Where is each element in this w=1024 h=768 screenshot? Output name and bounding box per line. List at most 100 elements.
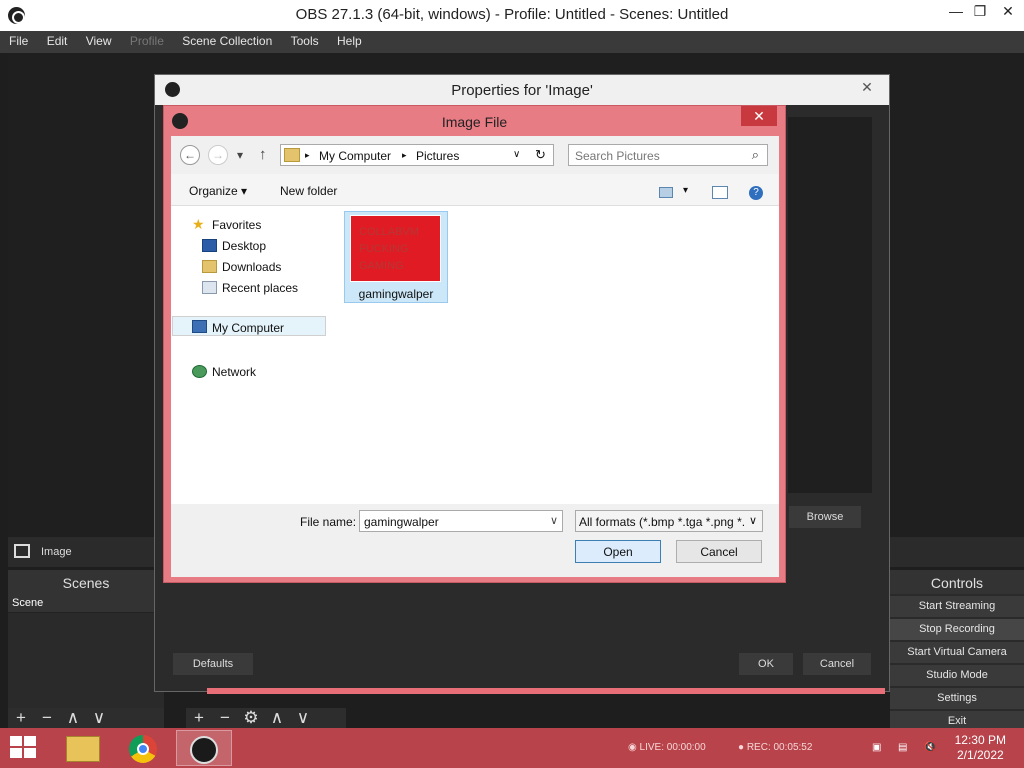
file-type-select[interactable]: All formats (*.bmp *.tga *.png *. ∨ <box>575 510 763 532</box>
ok-button[interactable]: OK <box>739 653 793 675</box>
clock-date: 2/1/2022 <box>956 748 1004 762</box>
stop-recording-button[interactable]: Stop Recording <box>890 619 1024 640</box>
source-name-label: Image <box>41 546 72 558</box>
up-arrow-icon[interactable]: ↑ <box>259 146 267 163</box>
defaults-button[interactable]: Defaults <box>173 653 253 675</box>
source-up-icon[interactable]: ∧ <box>264 708 290 728</box>
menu-tools[interactable]: Tools <box>282 31 325 48</box>
tree-my-computer[interactable]: My Computer <box>172 316 326 336</box>
move-down-icon[interactable]: ∨ <box>86 708 112 728</box>
studio-mode-button[interactable]: Studio Mode <box>890 665 1024 686</box>
controls-dock-title: Controls <box>890 570 1024 594</box>
change-view-icon[interactable] <box>659 187 673 198</box>
recent-locations-chevron-icon[interactable]: ▾ <box>237 148 243 162</box>
add-scene-icon[interactable]: + <box>8 708 34 728</box>
preview-pane-icon[interactable] <box>712 186 728 199</box>
scenes-dock: Scenes Scene <box>8 570 164 708</box>
source-settings-icon[interactable]: ⚙ <box>238 708 264 728</box>
address-bar[interactable]: ▸ My Computer ▸ Pictures ∨ ↻ <box>280 144 554 166</box>
desktop-icon <box>202 239 217 252</box>
file-item[interactable]: COLLABVM FUCKING GAMING gamingwalper <box>344 211 448 303</box>
menu-edit[interactable]: Edit <box>38 31 74 48</box>
refresh-icon[interactable]: ↻ <box>535 147 546 163</box>
browse-button[interactable]: Browse <box>789 506 861 528</box>
properties-title: Properties for 'Image' <box>451 82 593 99</box>
file-dialog-title-bar: Image File ✕ <box>164 106 785 136</box>
search-placeholder: Search Pictures <box>575 149 660 163</box>
menu-scene-collection[interactable]: Scene Collection <box>173 31 278 48</box>
computer-icon <box>192 320 207 333</box>
source-down-icon[interactable]: ∨ <box>290 708 316 728</box>
image-file-dialog: Image File ✕ ← → ▾ ↑ ▸ My Computer ▸ Pic… <box>163 105 786 583</box>
breadcrumb-pictures[interactable]: Pictures <box>416 149 459 163</box>
menu-profile[interactable]: Profile <box>121 31 170 48</box>
close-icon[interactable]: ✕ <box>853 79 881 99</box>
tree-recent-places[interactable]: Recent places <box>202 281 298 295</box>
settings-button[interactable]: Settings <box>890 688 1024 709</box>
file-name-field-label: File name: <box>300 515 357 529</box>
file-list: COLLABVM FUCKING GAMING gamingwalper <box>341 206 779 504</box>
downloads-folder-icon <box>202 260 217 273</box>
tree-favorites[interactable]: ★ Favorites <box>192 216 261 232</box>
network-tray-icon[interactable]: ▣ <box>872 742 881 753</box>
file-dialog-body: ← → ▾ ↑ ▸ My Computer ▸ Pictures ∨ ↻ Sea… <box>171 136 779 577</box>
close-icon[interactable]: ✕ <box>741 106 777 126</box>
file-dialog-cancel-button[interactable]: Cancel <box>676 540 762 563</box>
forward-arrow-icon[interactable]: → <box>208 145 228 165</box>
start-virtual-camera-button[interactable]: Start Virtual Camera <box>890 642 1024 663</box>
open-button[interactable]: Open <box>575 540 661 563</box>
help-icon[interactable]: ? <box>749 186 763 200</box>
folder-icon <box>284 148 300 162</box>
volume-muted-tray-icon[interactable]: 🔇 <box>924 742 936 753</box>
rec-status: ● REC: 00:05:52 <box>738 742 813 753</box>
breadcrumb-separator-icon: ▸ <box>402 150 407 160</box>
file-thumbnail: COLLABVM FUCKING GAMING <box>350 215 441 282</box>
tree-downloads[interactable]: Downloads <box>202 260 281 274</box>
windows-start-icon[interactable] <box>10 736 38 760</box>
cancel-button[interactable]: Cancel <box>803 653 871 675</box>
recent-places-icon <box>202 281 217 294</box>
tree-network[interactable]: Network <box>192 365 256 379</box>
menu-file[interactable]: File <box>0 31 34 48</box>
image-source-icon <box>14 544 30 558</box>
address-dropdown-icon[interactable]: ∨ <box>513 149 520 160</box>
breadcrumb-my-computer[interactable]: My Computer <box>319 149 391 163</box>
obs-menu-bar: File Edit View Profile Scene Collection … <box>0 31 1024 53</box>
remove-source-icon[interactable]: − <box>212 708 238 728</box>
network-icon <box>192 365 207 378</box>
file-dialog-title: Image File <box>441 114 508 130</box>
taskbar-clock[interactable]: 12:30 PM 2/1/2022 <box>955 733 1006 763</box>
properties-accent-bar <box>207 688 885 694</box>
file-name-input[interactable]: gamingwalper ∨ <box>359 510 563 532</box>
search-input[interactable]: Search Pictures ⌕ <box>568 144 768 166</box>
clock-time: 12:30 PM <box>954 733 1006 747</box>
search-icon[interactable]: ⌕ <box>752 147 759 163</box>
file-explorer-taskbar-icon[interactable] <box>56 730 112 766</box>
view-options-chevron-icon[interactable]: ▾ <box>683 185 688 196</box>
breadcrumb-separator-icon: ▸ <box>305 150 310 160</box>
organize-menu[interactable]: Organize ▾ <box>189 184 247 198</box>
properties-preview <box>788 117 872 493</box>
add-source-icon[interactable]: + <box>186 708 212 728</box>
file-dialog-toolbar: Organize ▾ New folder ▾ ? <box>171 174 779 206</box>
action-center-tray-icon[interactable]: ▤ <box>898 742 907 753</box>
menu-view[interactable]: View <box>77 31 118 48</box>
chrome-taskbar-icon[interactable] <box>116 730 172 766</box>
back-arrow-icon[interactable]: ← <box>180 145 200 165</box>
chevron-down-icon[interactable]: ∨ <box>744 511 762 531</box>
chevron-down-icon[interactable]: ∨ <box>550 514 558 527</box>
obs-taskbar-icon[interactable] <box>176 730 232 766</box>
menu-help[interactable]: Help <box>328 31 368 48</box>
close-icon[interactable]: ✕ <box>994 3 1022 20</box>
scenes-dock-title: Scenes <box>8 570 164 594</box>
sources-tools: + − ⚙ ∧ ∨ <box>186 708 346 730</box>
start-streaming-button[interactable]: Start Streaming <box>890 596 1024 617</box>
remove-scene-icon[interactable]: − <box>34 708 60 728</box>
move-up-icon[interactable]: ∧ <box>60 708 86 728</box>
controls-dock: Controls Start Streaming Stop Recording … <box>890 570 1024 732</box>
maximize-icon[interactable]: ❐ <box>966 3 994 20</box>
tree-desktop[interactable]: Desktop <box>202 239 266 253</box>
new-folder-button[interactable]: New folder <box>280 184 337 198</box>
obs-window-title: OBS 27.1.3 (64-bit, windows) - Profile: … <box>295 6 729 23</box>
scene-list-item[interactable]: Scene <box>8 594 164 613</box>
